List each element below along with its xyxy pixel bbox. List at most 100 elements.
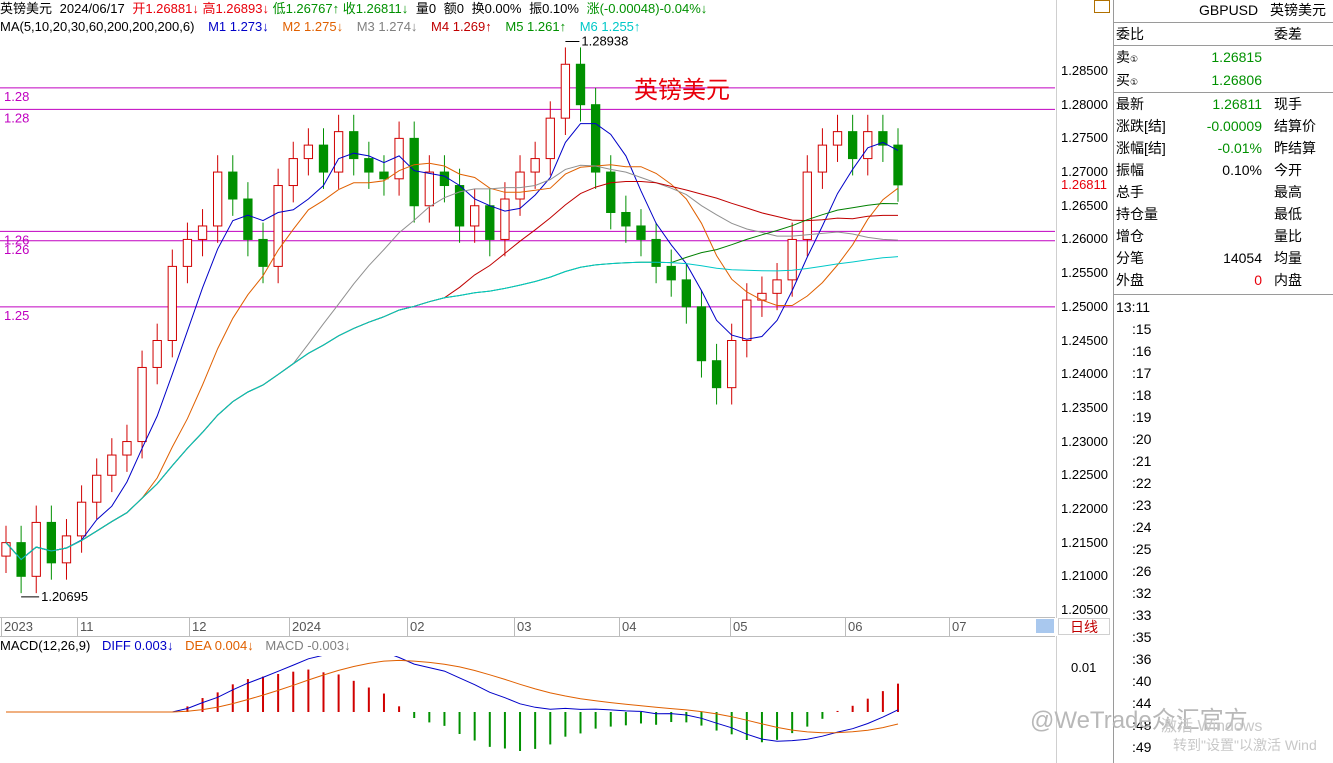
buy-row[interactable]: 买① 1.26806 <box>1114 69 1333 91</box>
macd-title: MACD(12,26,9) <box>0 638 91 653</box>
candle <box>333 131 344 173</box>
candle <box>470 205 480 227</box>
time-tick: 07 <box>952 619 967 634</box>
tick-time: :19 <box>1132 409 1152 425</box>
volume-value: 量0 <box>415 1 437 16</box>
time-tick: 04 <box>622 619 637 634</box>
macd-chart[interactable] <box>0 656 1055 763</box>
quote-row: 涨跌[结] -0.00009 结算价 <box>1114 115 1333 137</box>
tick-time: :18 <box>1132 387 1152 403</box>
time-tick: 03 <box>517 619 532 634</box>
tick-time: :33 <box>1132 607 1152 623</box>
high-label: 1.28938 <box>581 36 628 48</box>
candle <box>379 171 389 180</box>
candle <box>696 306 707 362</box>
candle <box>832 131 843 146</box>
ma-header: MA(5,10,20,30,60,200,200,200,6) M1 1.273… <box>0 18 644 36</box>
tick-time: :22 <box>1132 475 1152 491</box>
panel-symbol: GBPUSD <box>1199 2 1259 18</box>
tick-time: :35 <box>1132 629 1152 645</box>
candle <box>515 171 525 200</box>
current-price-tick: 1.26811 <box>1061 176 1108 192</box>
quote-row-label: 分笔 <box>1116 250 1144 266</box>
candle <box>530 158 540 173</box>
hline-label: 1.28 <box>4 89 29 104</box>
panel-title: GBPUSD 英镑美元 <box>1114 0 1333 20</box>
candle <box>893 144 903 186</box>
close-value: 收1.26811↓ <box>342 1 409 16</box>
time-divider <box>1 618 2 636</box>
hline-label: 1.25 <box>4 308 29 323</box>
ma-params: MA(5,10,20,30,60,200,200,200,6) <box>0 19 195 34</box>
quote-row-right-label: 最高 <box>1274 184 1302 200</box>
amount-value: 额0 <box>443 1 464 16</box>
candle <box>590 104 601 173</box>
macd-value: MACD -0.003↓ <box>265 638 351 653</box>
tick-time: :40 <box>1132 673 1152 689</box>
sell-row[interactable]: 卖① 1.26815 <box>1114 46 1333 68</box>
candle <box>364 158 374 173</box>
candle <box>228 171 238 200</box>
candle <box>152 340 162 368</box>
ma-m2: M2 1.275↓ <box>282 19 344 34</box>
corner-box-icon[interactable] <box>1094 0 1110 13</box>
scroll-thumb[interactable] <box>1036 619 1054 633</box>
candle <box>621 211 631 227</box>
macd-axis-label: 0.01 <box>1071 660 1097 675</box>
price-tick: 1.25500 <box>1061 265 1108 281</box>
macd-dea-line <box>6 659 899 734</box>
quote-row-label: 外盘 <box>1116 272 1144 288</box>
candle <box>409 137 419 207</box>
instrument-name: 英镑美元 <box>0 1 53 16</box>
tick-time: :36 <box>1132 651 1152 667</box>
quote-row: 最新 1.26811 现手 <box>1114 93 1333 115</box>
quote-row-value: -0.00009 <box>1206 118 1262 134</box>
turnover-value: 换0.00% <box>471 1 522 16</box>
price-tick: 1.26000 <box>1061 231 1108 247</box>
price-tick: 1.23000 <box>1061 433 1108 449</box>
candle <box>485 205 495 240</box>
weicha-label: 委差 <box>1274 26 1302 42</box>
hline-label: 1.28 <box>4 110 29 125</box>
activate-line1: 激活 Windows <box>1161 718 1263 735</box>
candle <box>817 144 828 173</box>
quote-panel: GBPUSD 英镑美元 委比 委差 卖① 1.26815 买① 1.26806 … <box>1113 0 1333 763</box>
chart-title: 英镑美元 <box>634 76 730 104</box>
candlestick-chart[interactable]: 1.281.281.261.261.251.289381.20695英镑美元 <box>0 36 1055 616</box>
price-tick: 1.24500 <box>1061 332 1108 348</box>
price-tick: 1.22500 <box>1061 467 1108 483</box>
ma-m4: M4 1.269↑ <box>431 19 492 34</box>
time-tick: 2023 <box>4 619 33 634</box>
quote-row: 振幅 0.10% 今开 <box>1114 159 1333 181</box>
candle <box>76 501 87 537</box>
quote-row: 涨幅[结] -0.01% 昨结算 <box>1114 137 1333 159</box>
time-tick: 06 <box>848 619 863 634</box>
quote-row-right-label: 内盘 <box>1274 272 1302 288</box>
macd-diff: DIFF 0.003↓ <box>101 638 174 653</box>
period-daily-button[interactable]: 日线 <box>1058 618 1110 635</box>
candle <box>92 474 102 503</box>
candle <box>439 171 450 187</box>
time-tick: 05 <box>733 619 748 634</box>
candle <box>182 238 193 267</box>
quote-row-right-label: 昨结算 <box>1274 140 1316 156</box>
price-axis: 1.28500 1.28000 1.27500 1.27000 1.26500 1.260… <box>1056 0 1113 618</box>
candle <box>424 171 434 207</box>
quote-row-label: 增仓 <box>1116 228 1144 244</box>
quote-row: 增仓 量比 <box>1114 225 1333 247</box>
time-divider <box>407 618 408 636</box>
tick-time: :24 <box>1132 519 1152 535</box>
quote-row-right-label: 结算价 <box>1274 118 1316 134</box>
candle <box>666 265 676 281</box>
quote-date: 2024/06/17 <box>59 1 125 16</box>
candle <box>213 171 223 227</box>
tick-time: :21 <box>1132 453 1152 469</box>
quote-row-value: 0.10% <box>1222 162 1262 178</box>
price-tick: 1.26500 <box>1061 197 1108 213</box>
price-tick: 1.21000 <box>1061 568 1108 584</box>
tick-time: :20 <box>1132 431 1152 447</box>
candle <box>787 238 797 281</box>
quote-row-right-label: 今开 <box>1274 162 1302 178</box>
candle <box>802 171 812 240</box>
quote-row-label: 最新 <box>1116 96 1144 112</box>
